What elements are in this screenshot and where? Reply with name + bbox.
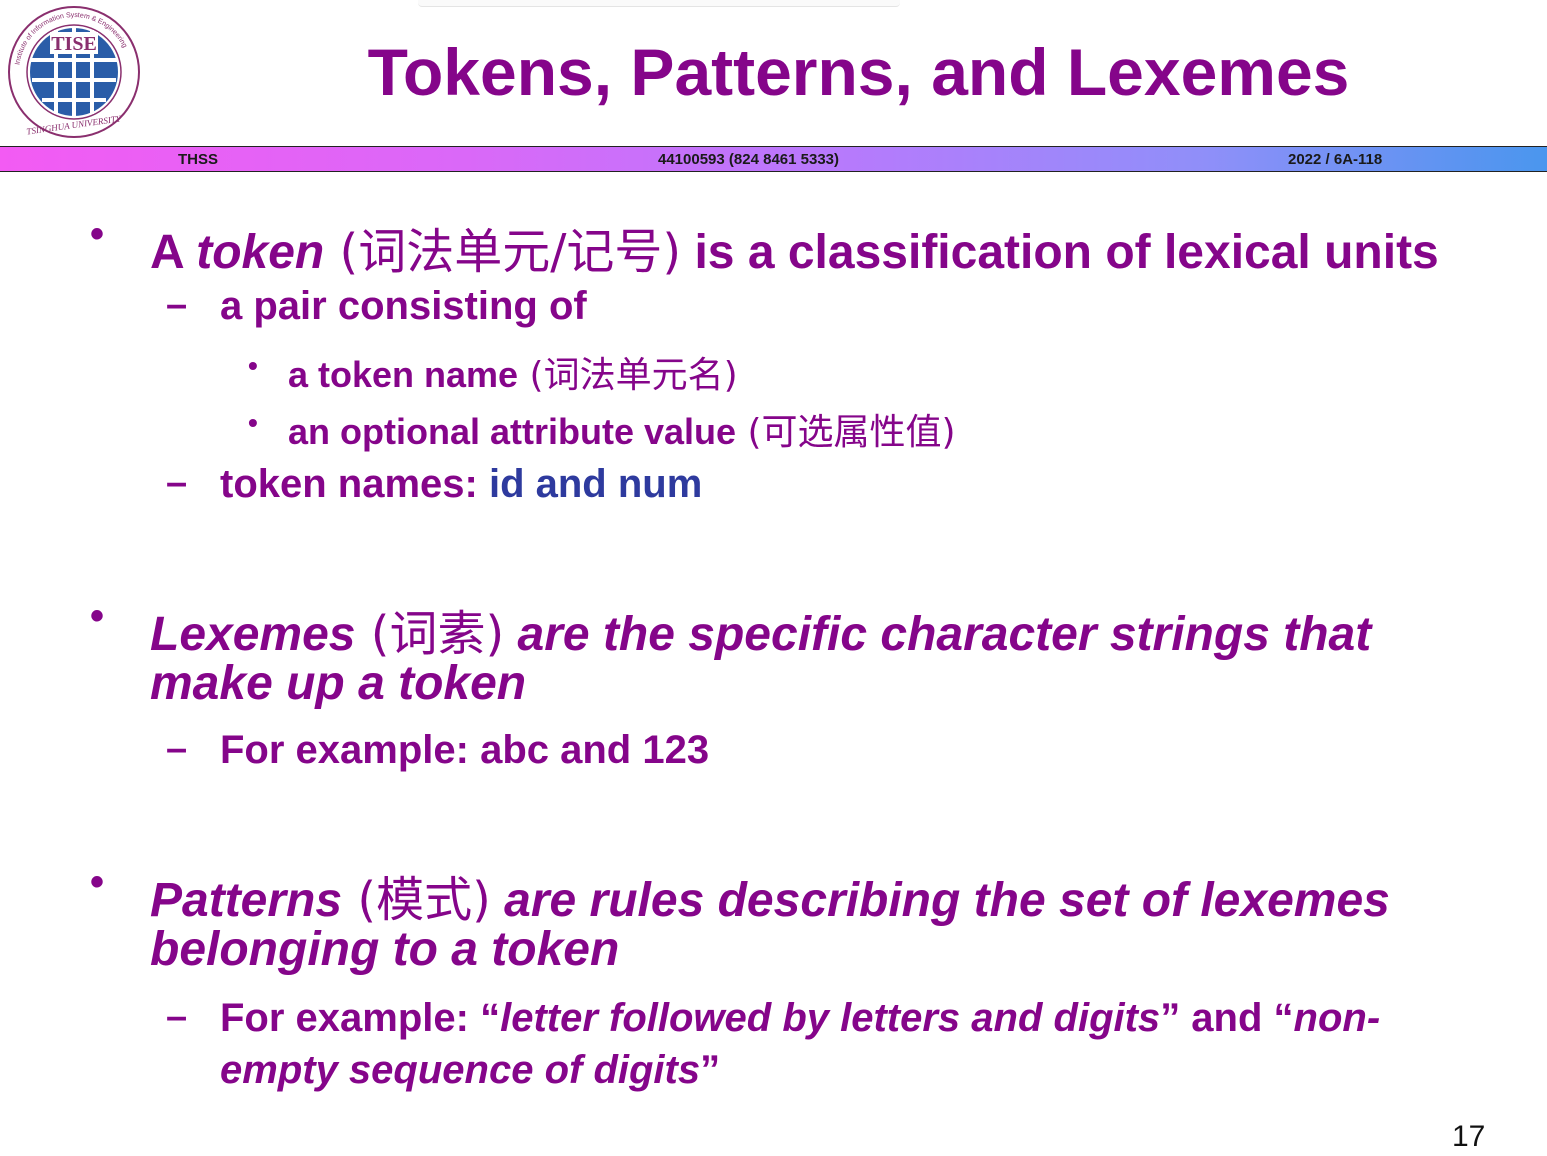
text-fragment: are rules describing the set of lexemes — [490, 874, 1390, 927]
text-fragment: is a classification of lexical units — [681, 226, 1439, 279]
sub-token-names: token names: id and num — [220, 462, 702, 507]
footer-bar: THSS 44100593 (824 8461 5333) 2022 / 6A-… — [0, 146, 1547, 172]
bar-left-text: THSS — [178, 151, 219, 168]
cjk-text: (词素) — [355, 606, 505, 662]
sub-sub-token-name: a token name (词法单元名) — [288, 346, 738, 398]
keyword-id: id — [488, 462, 525, 506]
bullet-marker: • — [90, 212, 105, 256]
dash-marker: – — [166, 728, 188, 770]
cjk-text: (词法单元/记号) — [324, 224, 682, 280]
text-fragment: token names: — [220, 462, 489, 506]
dash-marker: – — [166, 462, 188, 504]
text-fragment: ” — [700, 1048, 721, 1092]
sub-lexeme-example: For example: abc and 123 — [220, 728, 710, 772]
sub-pattern-example-line2: empty sequence of digits” — [220, 1048, 720, 1093]
slide-title: Tokens, Patterns, and Lexemes — [367, 35, 1350, 109]
sub-pattern-example: For example: “letter followed by letters… — [220, 996, 1380, 1041]
cjk-text: (词法单元名) — [518, 355, 738, 396]
text-fragment: ” and “ — [1160, 996, 1294, 1040]
dash-marker: – — [166, 284, 188, 326]
bullet-marker: • — [90, 594, 105, 638]
text-fragment: a token name — [288, 354, 519, 395]
cjk-text: (模式) — [342, 872, 491, 928]
text-fragment: A — [150, 226, 197, 279]
pattern-num-description: non- — [1293, 996, 1381, 1040]
bullet-lexemes-definition: Lexemes (词素) are the specific character … — [150, 594, 1371, 664]
pattern-num-description: empty sequence of digits — [220, 1048, 701, 1092]
keyword-num: num — [617, 462, 703, 506]
sub-pair-consisting: a pair consisting of — [220, 284, 587, 328]
cjk-text: (可选属性值) — [736, 412, 956, 453]
dash-marker: – — [166, 996, 188, 1038]
sub-sub-attribute-value: an optional attribute value (可选属性值) — [288, 403, 956, 455]
bullet-patterns-definition: Patterns (模式) are rules describing the s… — [150, 860, 1390, 930]
bullet-token-definition: A token (词法单元/记号) is a classification of… — [150, 212, 1439, 282]
bullet-marker: • — [248, 350, 258, 381]
bar-center-text: 44100593 (824 8461 5333) — [658, 151, 839, 168]
top-strip — [418, 0, 900, 7]
bullet-marker: • — [90, 860, 105, 904]
bullet-lexemes-line2: make up a token — [150, 657, 527, 710]
text-fragment: are the specific character strings that — [504, 608, 1372, 661]
bullet-marker: • — [248, 407, 258, 438]
term-patterns: Patterns — [150, 874, 343, 927]
pattern-id-description: letter followed by letters and digits — [500, 996, 1161, 1040]
term-token: token — [196, 226, 325, 279]
text-fragment: and — [524, 462, 618, 506]
page-number: 17 — [1452, 1120, 1486, 1153]
text-fragment: an optional attribute value — [288, 411, 737, 452]
bullet-patterns-line2: belonging to a token — [150, 923, 620, 976]
text-fragment: For example: “ — [220, 996, 501, 1040]
term-lexemes: Lexemes — [150, 608, 356, 661]
bar-right-text: 2022 / 6A-118 — [1288, 151, 1383, 168]
cjk-paren: (词法单元/记号) — [324, 224, 682, 280]
